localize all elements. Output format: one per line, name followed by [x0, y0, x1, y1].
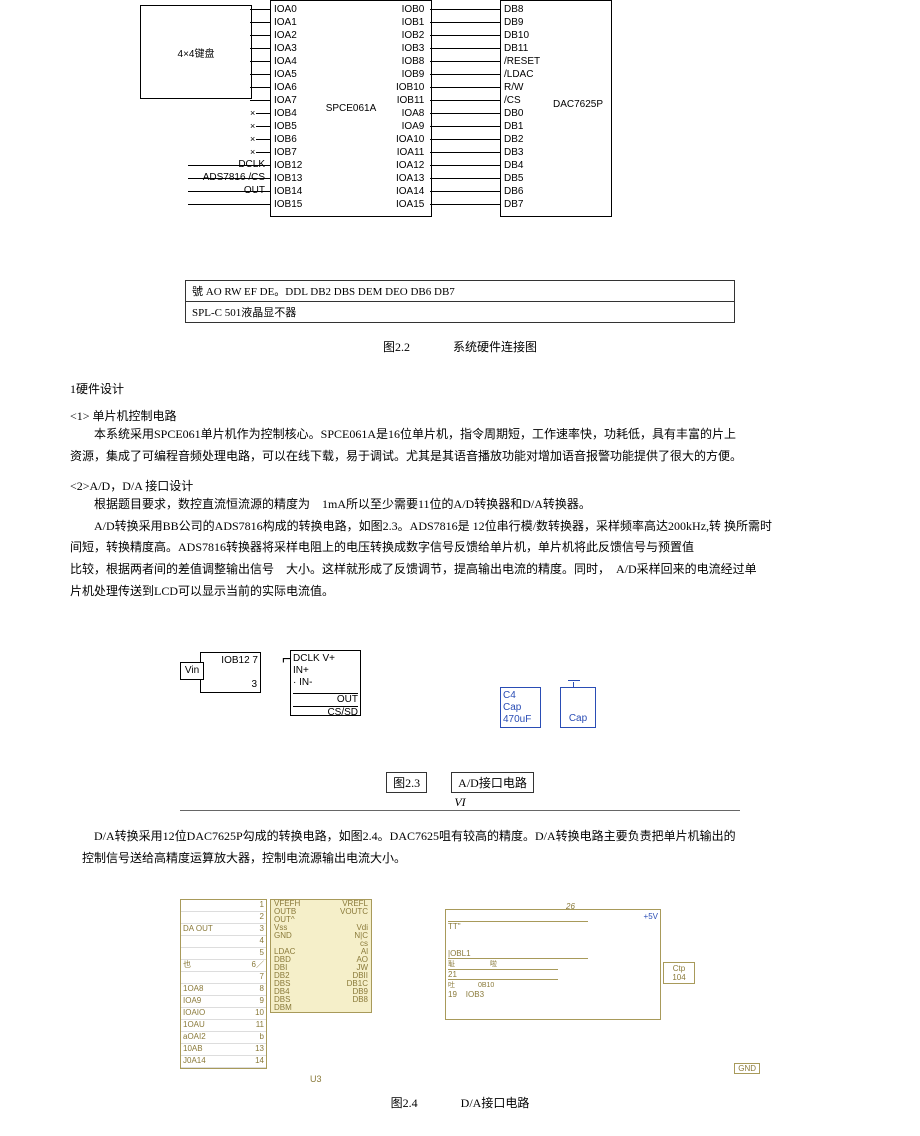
lcd-name-row: SPL-C 501液晶显不器 [186, 302, 735, 323]
fig24-chip: VFEFHVREFLOUTBVOUTCOUT^VssVdiGNDN|CcsLDA… [270, 899, 372, 1013]
fig23-title: A/D接口电路 [451, 772, 534, 793]
fig23-num: 图2.3 [386, 772, 427, 793]
fig23-cap-c4: C4 Cap 470uF [500, 687, 541, 728]
corner-mark-icon: ⌐ [282, 651, 291, 669]
para-5a: D/A转换采用12位DAC7625P勾成的转换电路，如图2.4。DAC7625咀… [70, 826, 850, 848]
section-adda-head: <2>A/D，D/A 接口设计 [70, 477, 880, 494]
figure-2-4-schematic: 12DA OUT345也6／71OA88IOA99IOAIO101OAU11aO… [160, 889, 760, 1089]
fig23-vi: VI [40, 795, 880, 810]
fig24-u3: U3 [310, 1074, 322, 1084]
ads-cs-label: ADS7816 /CS [190, 172, 265, 183]
fig24-ctp: Ctp 104 [663, 962, 695, 984]
mcu-label: SPCE061A [326, 103, 377, 114]
dac-label: DAC7625P [553, 99, 603, 110]
figure-2-2-schematic: 4×4键盘 SPCE061A DAC7625P IOA0IOA1IOA2IOA3… [110, 0, 810, 230]
para-1a: 本系统采用SPCE061单片机作为控制核心。SPCE061A是16位单片机，指令… [70, 424, 850, 446]
keyboard-block: 4×4键盘 [140, 5, 252, 99]
figure-2-3-schematic: IOB12 7 3 Vin DCLK V+ IN+ · IN- OUT CS/S… [160, 632, 760, 762]
para-5b: 控制信号送给高精度运算放大器，控制电流源输出电流大小。 [70, 848, 850, 870]
para-4a: 比较，根据两者间的差值调整输出信号 大小。这样就形成了反馈调节，提高输出电流的精… [70, 559, 850, 581]
figure-2-2-caption: 图2.2 系统硬件连接图 [40, 338, 880, 355]
fig23-vin: Vin [180, 662, 204, 680]
para-3b: 间短，转换精度高。ADS7816转换器将采样电阻上的电压转换成数字信号反馈给单片… [70, 537, 850, 559]
fig24-left-pins: 12DA OUT345也6／71OA88IOA99IOAIO101OAU11aO… [180, 899, 267, 1069]
fig24-num: 图2.4 [391, 1096, 418, 1110]
para-2: 根据题目要求，数控直流恒流源的精度为 1mA所以至少需要11位的A/D转换器和D… [70, 494, 850, 516]
dac-left-pins: DB8DB9DB10DB11/RESET/LDACR/W/CSDB0DB1DB2… [504, 3, 540, 211]
mcu-left-pins: IOA0IOA1IOA2IOA3IOA4IOA5IOA6IOA7IOB4IOB5… [274, 3, 302, 211]
fig24-title: D/A接口电路 [461, 1096, 530, 1110]
fig24-gnd: GND [734, 1063, 760, 1074]
figure-2-3-caption: 图2.3 A/D接口电路 VI [40, 772, 880, 811]
ads-dclk-label: DCLK [210, 159, 265, 170]
para-4b: 片机处理传送到LCD可以显示当前的实际电流值。 [70, 581, 850, 603]
para-1b: 资源，集成了可编程音频处理电路，可以在线下载，易于调试。尤其是其语音播放功能对增… [70, 446, 850, 468]
fig22-num: 图2.2 [383, 340, 410, 354]
fig23-iob12-box: IOB12 7 3 [200, 652, 261, 693]
fig23-cap-2: Cap [560, 687, 596, 728]
figure-2-4-caption: 图2.4 D/A接口电路 [40, 1094, 880, 1111]
section-mcu-head: <1> 单片机控制电路 [70, 407, 880, 424]
mcu-right-pins: IOB0IOB1IOB2IOB3IOB8IOB9IOB10IOB11IOA8IO… [396, 3, 424, 211]
fig23-ads-box: DCLK V+ IN+ · IN- OUT CS/SD [290, 650, 361, 716]
keyboard-label: 4×4键盘 [178, 45, 215, 60]
fig24-right-box: +5V 26 TT" |OBL1 耻 啦 21 吐 0B10 19 IOB3 C… [445, 909, 661, 1020]
section-hw-head: 1硬件设计 [70, 380, 880, 397]
fig22-title: 系统硬件连接图 [453, 340, 537, 354]
ads-out-label: OUT [210, 185, 265, 196]
para-3a: A/D转换采用BB公司的ADS7816构成的转换电路，如图2.3。ADS7816… [70, 516, 850, 538]
lcd-pin-bar: 號 AO RW EF DE。DDL DB2 DBS DEM DEO DB6 DB… [185, 280, 735, 323]
lcd-pins-row: 號 AO RW EF DE。DDL DB2 DBS DEM DEO DB6 DB… [186, 281, 735, 302]
